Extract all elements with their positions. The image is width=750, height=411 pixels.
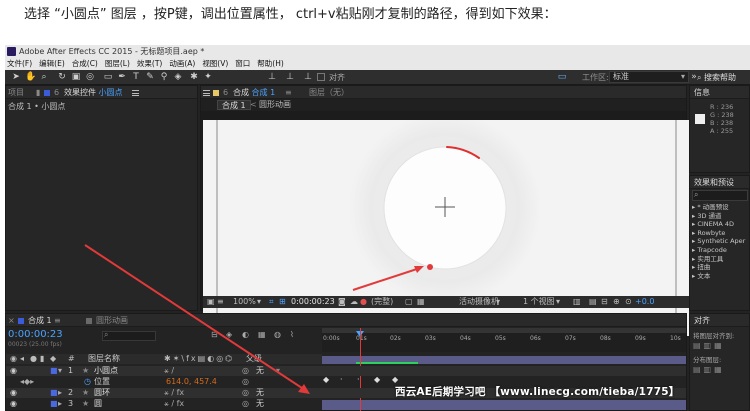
- annotation-overlay: [84, 244, 310, 394]
- watermark-text: 西云AE后期学习吧 【www.linecg.com/tieba/1775】: [395, 386, 680, 398]
- after-effects-window: Adobe After Effects CC 2015 - 无标题项目.aep …: [5, 45, 750, 411]
- annotation-arrow-2: [84, 244, 306, 391]
- caption-text: 选择 “小圆点” 图层 ，按P键，调出位置属性， ctrl+v粘贴刚才复制的路径…: [0, 0, 750, 40]
